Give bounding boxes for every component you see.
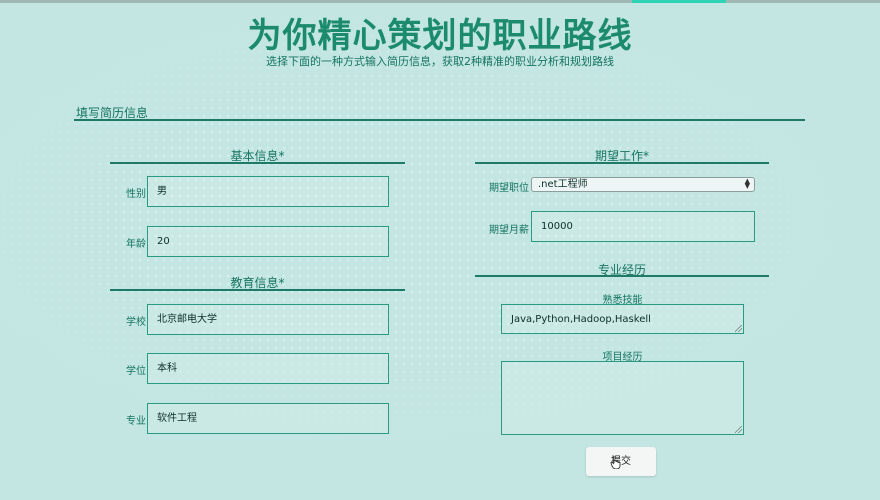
- basic-info-divider: [110, 162, 405, 164]
- age-input[interactable]: 20: [147, 226, 389, 257]
- degree-label: 学位: [126, 366, 146, 377]
- resize-grip-icon[interactable]: [735, 325, 742, 332]
- top-bar: [0, 0, 880, 3]
- projects-textarea[interactable]: [501, 361, 744, 435]
- experience-divider: [475, 275, 769, 277]
- age-label: 年龄: [126, 239, 146, 250]
- section-divider: [74, 119, 805, 121]
- select-arrows-icon: ▲ ▼: [744, 177, 750, 190]
- position-label: 期望职位: [489, 183, 529, 194]
- top-bar-accent: [632, 0, 726, 3]
- position-select[interactable]: .net工程师 ▲ ▼: [531, 177, 755, 192]
- salary-label: 期望月薪: [489, 225, 529, 236]
- gender-label: 性别: [126, 189, 146, 200]
- page-subtitle: 选择下面的一种方式输入简历信息，获取2种精准的职业分析和规划路线: [266, 55, 614, 68]
- skills-value: Java,Python,Hadoop,Haskell: [511, 314, 651, 325]
- major-label: 专业: [126, 416, 146, 427]
- skills-textarea[interactable]: Java,Python,Hadoop,Haskell: [501, 304, 744, 334]
- school-label: 学校: [126, 317, 146, 328]
- job-divider: [475, 162, 769, 164]
- resize-grip-icon[interactable]: [735, 426, 742, 433]
- hand-cursor-icon: [610, 456, 621, 469]
- major-input[interactable]: 软件工程: [147, 403, 389, 434]
- degree-input[interactable]: 本科: [147, 353, 389, 384]
- page-title: 为你精心策划的职业路线: [247, 16, 633, 56]
- school-input[interactable]: 北京邮电大学: [147, 304, 389, 335]
- salary-input[interactable]: 10000: [531, 211, 755, 242]
- education-divider: [110, 289, 405, 291]
- gender-input[interactable]: 男: [147, 176, 389, 207]
- position-select-value: .net工程师: [538, 179, 588, 190]
